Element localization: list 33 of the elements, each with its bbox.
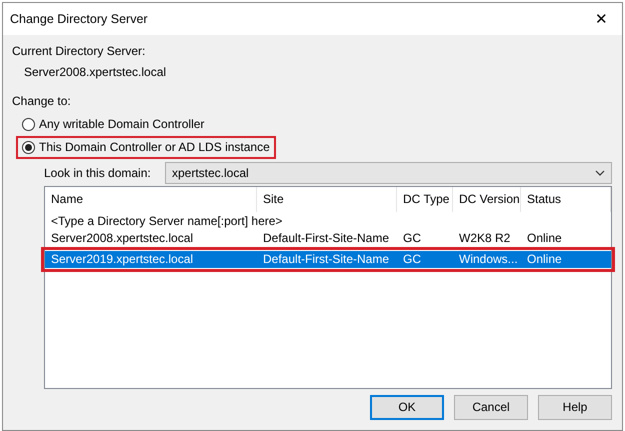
column-header[interactable]: DC Type: [397, 187, 453, 212]
radio-label[interactable]: Any writable Domain Controller: [39, 117, 204, 132]
placeholder-row[interactable]: <Type a Directory Server name[:port] here>: [45, 212, 611, 230]
table-cell-text: Default-First-Site-Name: [262, 251, 390, 268]
table-cell-text: Online: [526, 251, 563, 268]
field-label: Look in this domain:: [44, 166, 152, 180]
column-header[interactable]: Name: [45, 187, 257, 212]
dialog-button[interactable]: Cancel: [454, 395, 528, 420]
current-server-value: Server2008.xpertstec.local: [23, 65, 168, 80]
dialog-button[interactable]: OK: [370, 395, 444, 420]
field-label: Change to:: [12, 94, 72, 109]
table-cell-text: Default-First-Site-Name: [262, 230, 390, 247]
table-cell-text: Server2019.xpertstec.local: [50, 251, 194, 268]
window-title: Change Directory Server: [10, 12, 148, 26]
table-cell-text: GC: [402, 230, 422, 247]
table-cell-text: Online: [526, 230, 563, 247]
table-row[interactable]: Server2019.xpertstec.local Default-First-Site-Name GC Windows... Online: [45, 251, 611, 268]
field-label: Current Directory Server:: [12, 44, 146, 59]
column-header[interactable]: Site: [257, 187, 397, 212]
dialog-button[interactable]: Help: [538, 395, 612, 420]
close-button[interactable]: ✕: [589, 12, 614, 26]
table-cell-text: Windows...: [458, 251, 519, 268]
radio-button[interactable]: [22, 141, 35, 154]
table-cell-text: Server2008.xpertstec.local: [50, 230, 194, 247]
chevron-down-icon: [595, 170, 605, 176]
domain-dropdown[interactable]: xpertstec.local: [165, 162, 612, 184]
radio-label[interactable]: This Domain Controller or AD LDS instance: [39, 140, 270, 155]
column-header[interactable]: DC Version: [453, 187, 521, 212]
table-row[interactable]: Server2008.xpertstec.local Default-First-Site-Name GC W2K8 R2 Online: [45, 230, 611, 247]
radio-button[interactable]: [22, 118, 35, 131]
table-cell-text: GC: [402, 251, 422, 268]
table-cell-text: W2K8 R2: [458, 230, 512, 247]
column-header[interactable]: Status: [521, 187, 611, 212]
